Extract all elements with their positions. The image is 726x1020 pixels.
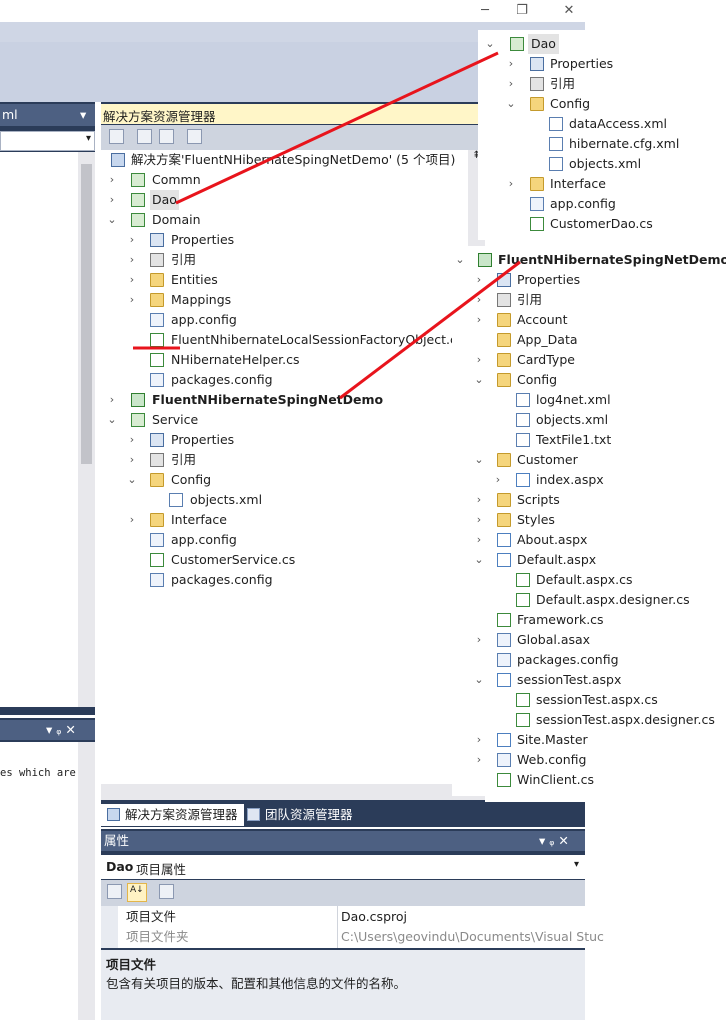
- red-annotations: [133, 51, 521, 400]
- annotation-line-web: [339, 260, 521, 400]
- annotation-line-dao: [175, 51, 499, 205]
